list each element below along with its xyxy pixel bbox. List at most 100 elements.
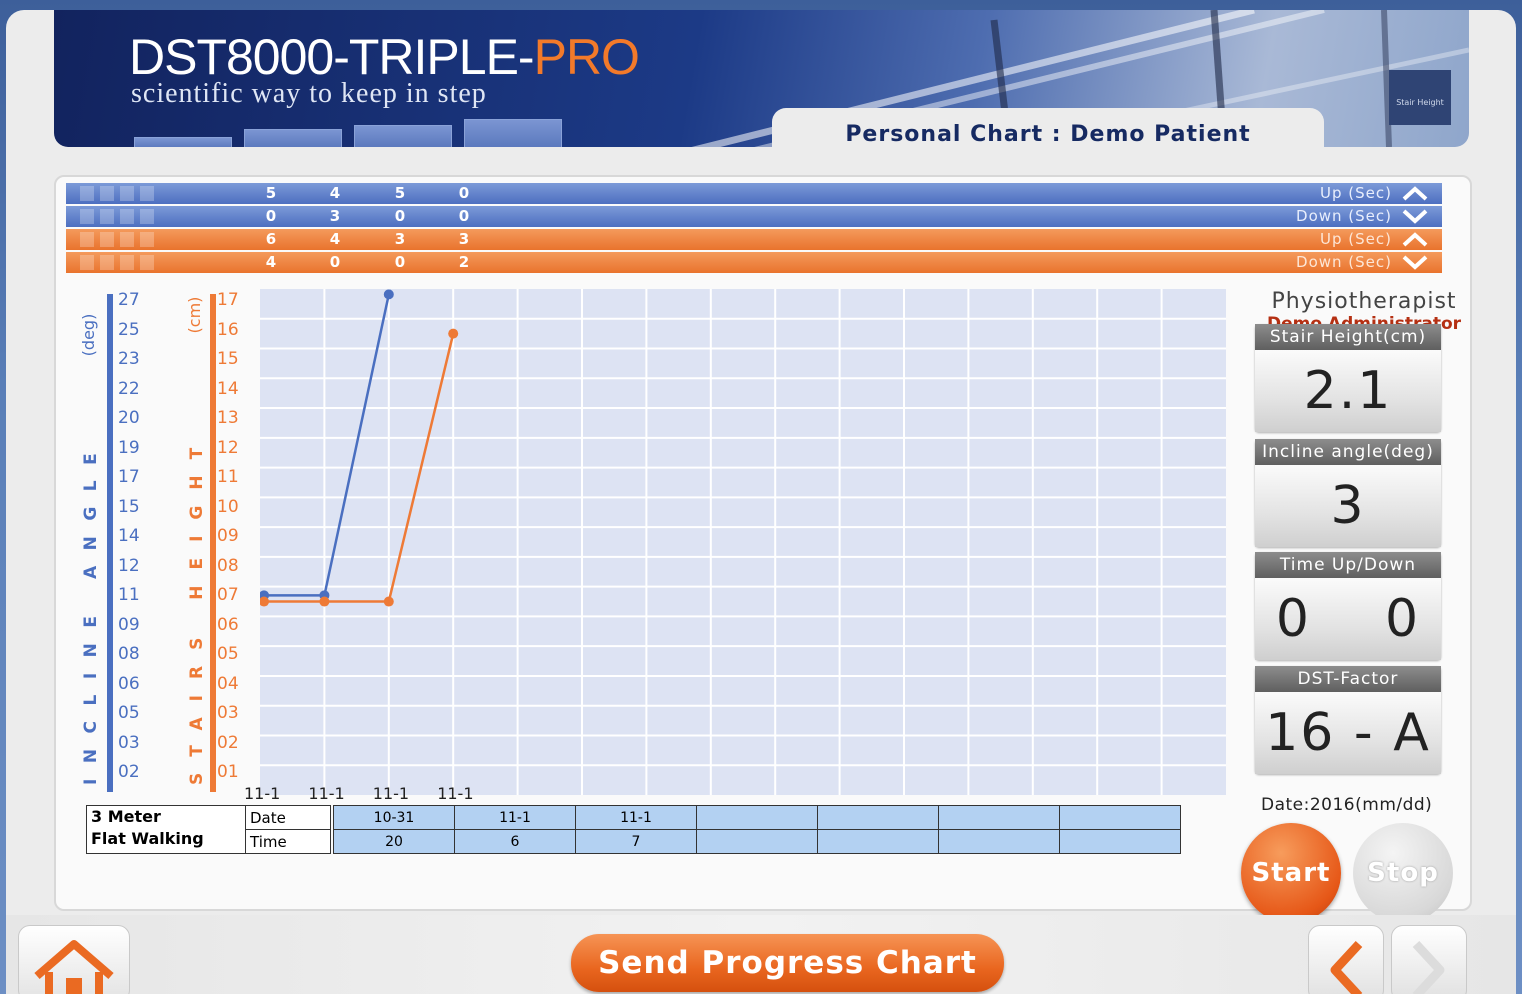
time-cell: 6 [454,829,576,854]
x-tick-label: 11-1 [244,784,281,803]
stat-card-label: DST-Factor [1255,666,1441,692]
bar-decoration [100,255,114,270]
incline-tick-label: 22 [118,378,140,399]
stat-card: DST-Factor 16 - A [1255,666,1441,774]
summary-value: 0 [458,207,470,225]
stairs-tick-label: 09 [217,526,239,546]
summary-value: 3 [329,207,341,225]
bar-decoration [100,209,114,224]
bar-decoration [120,209,134,224]
page-title: Personal Chart : Demo Patient [772,108,1324,160]
x-tick-label: 11-1 [437,784,474,803]
start-button[interactable]: Start [1241,823,1341,923]
data-point [383,596,394,607]
svg-text:INCLINE ANGLE: INCLINE ANGLE [81,438,101,785]
chevron-down-icon[interactable] [1400,207,1430,225]
summary-bar: 0 3 0 0 Down (Sec) [66,206,1442,227]
next-button[interactable] [1391,925,1467,994]
previous-button[interactable] [1308,925,1384,994]
home-button[interactable] [18,925,130,994]
summary-value: 0 [394,207,406,225]
time-row-label: Time [245,829,331,854]
time-cell: 20 [333,829,455,854]
plot-background [260,289,1226,795]
summary-bar: 5 4 5 0 Up (Sec) [66,183,1442,204]
incline-tick-label: 25 [118,319,140,340]
incline-tick-label: 14 [118,526,140,546]
chevron-left-icon [1330,940,1363,994]
stairs-tick-label: 06 [217,614,239,635]
summary-value: 0 [394,253,406,271]
summary-value: 5 [394,184,406,202]
time-cell [938,829,1060,854]
incline-tick-label: 23 [118,349,140,369]
stat-card-label: Time Up/Down [1255,552,1441,578]
incline-tick-label: 05 [118,703,140,723]
svg-text:(cm): (cm) [185,297,204,334]
bar-decoration [140,209,154,224]
step-decoration [354,125,452,147]
stairs-tick-label: 14 [217,378,239,399]
stat-card-value: 3 [1255,465,1441,547]
chevron-down-icon[interactable] [1400,253,1430,271]
stairs-tick-label: 01 [217,762,239,782]
chevron-up-icon[interactable] [1400,184,1430,202]
physiotherapist-label: Physiotherapist [1271,289,1457,314]
summary-value: 3 [458,230,470,248]
summary-value: 4 [329,184,341,202]
summary-value: 0 [329,253,341,271]
stairs-axis-line [210,294,216,792]
incline-axis-line [107,294,113,792]
bar-decoration [140,186,154,201]
stairs-tick-label: 05 [217,644,239,664]
incline-tick-label: 27 [118,290,140,310]
stairs-tick-label: 17 [217,290,239,310]
chart-panel: 5 4 5 0 Up (Sec) 0 3 0 0 Down (Sec) 6 4 3 3 Up (Sec) 4 0… [54,175,1472,923]
time-cell [1059,829,1181,854]
date-cell [1059,805,1181,830]
stairs-tick-label: 07 [217,585,239,605]
incline-tick-label: 20 [118,408,140,428]
bar-decoration [100,186,114,201]
summary-value: 4 [329,230,341,248]
step-decoration [244,129,342,147]
home-icon [34,940,114,994]
date-cell [817,805,939,830]
incline-tick-label: 03 [118,732,140,753]
stat-card-value: 2.1 [1255,350,1441,432]
svg-text:STAIRS HEIGHT: STAIRS HEIGHT [187,432,207,785]
stairs-tick-label: 10 [217,496,239,517]
stat-card: Time Up/Down 0 0 [1255,552,1441,660]
incline-tick-label: 17 [118,467,140,487]
bar-decoration [80,209,94,224]
summary-label: Up (Sec) [1320,230,1392,248]
app-window: DST8000-TRIPLE-PRO scientific way to kee… [6,10,1516,994]
bar-decoration [140,232,154,247]
date-cell: 11-1 [454,805,576,830]
stat-card-label: Stair Height(cm) [1255,324,1441,350]
summary-bar: 6 4 3 3 Up (Sec) [66,229,1442,250]
data-point [383,289,394,300]
summary-value: 6 [265,230,277,248]
footer-bar: Send Progress Chart [6,915,1516,994]
incline-tick-label: 12 [118,555,140,576]
chevron-right-icon [1412,940,1445,994]
bar-decoration [120,255,134,270]
summary-value: 4 [265,253,277,271]
chevron-up-icon[interactable] [1400,230,1430,248]
stat-card-value: 16 - A [1255,692,1441,774]
time-cell [817,829,939,854]
stat-card: Incline angle(deg) 3 [1255,439,1441,547]
stairs-tick-label: 11 [217,467,239,487]
stop-button[interactable]: Stop [1353,823,1453,923]
brand-tagline: scientific way to keep in step [131,78,487,109]
summary-value: 2 [458,253,470,271]
date-format-label: Date:2016(mm/dd) [1261,795,1433,815]
stat-card-label: Incline angle(deg) [1255,439,1441,465]
bar-decoration [120,186,134,201]
time-cell: 7 [575,829,697,854]
summary-value: 0 [265,207,277,225]
flat-walking-title: 3 Meter Flat Walking [86,805,246,854]
incline-tick-label: 15 [118,496,140,517]
send-progress-chart-button[interactable]: Send Progress Chart [571,934,1004,992]
